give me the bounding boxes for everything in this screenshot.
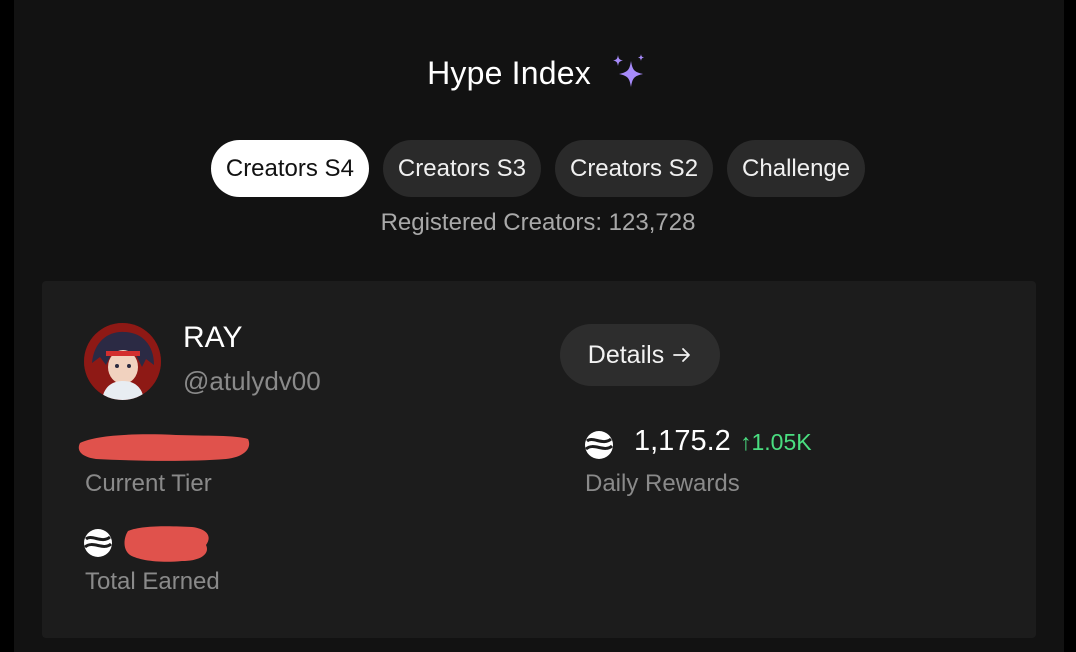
sparkles-icon	[612, 54, 644, 87]
current-tier-label: Current Tier	[85, 470, 212, 497]
arrow-right-icon	[673, 348, 691, 362]
tab-creators-s3[interactable]: Creators S3	[382, 140, 541, 197]
coin-icon	[585, 431, 613, 459]
details-label: Details	[587, 340, 665, 369]
redacted-total-earned	[124, 526, 209, 562]
daily-rewards-value: 1,175.2	[634, 425, 731, 457]
tab-creators-s4[interactable]: Creators S4	[210, 140, 369, 197]
total-earned-label: Total Earned	[85, 568, 220, 595]
creator-name: RAY	[183, 321, 243, 354]
coin-icon	[84, 529, 112, 557]
creator-card: RAY @atulydv00 Details Current Tier Tota…	[42, 281, 1036, 638]
header: Hype Index	[0, 48, 1076, 98]
tab-challenge[interactable]: Challenge	[727, 140, 866, 197]
creator-handle: @atulydv00	[183, 366, 321, 396]
season-tabs: Creators S4 Creators S3 Creators S2 Chal…	[0, 140, 1076, 197]
tab-creators-s2[interactable]: Creators S2	[554, 140, 714, 197]
registered-creators-count: Registered Creators: 123,728	[380, 209, 696, 236]
page-title: Hype Index	[427, 54, 591, 91]
avatar[interactable]	[84, 323, 161, 400]
details-button[interactable]: Details	[560, 324, 720, 386]
redacted-tier	[78, 434, 250, 461]
daily-rewards-change: ↑1.05K	[740, 429, 812, 455]
daily-rewards-label: Daily Rewards	[585, 470, 740, 497]
